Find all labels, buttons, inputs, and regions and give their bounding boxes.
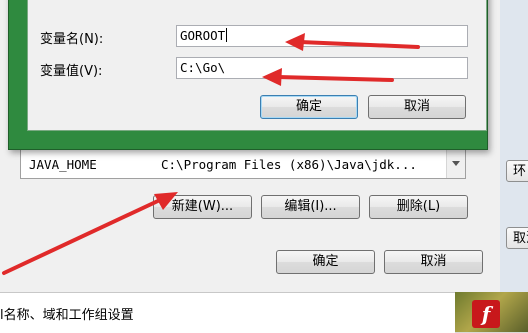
system-variables-list[interactable]: JAVA_HOME C:\Program Files (x86)\Java\jd…: [20, 149, 466, 179]
background-button-cancel-label: 取消: [513, 231, 528, 246]
list-scrollbar[interactable]: [446, 150, 465, 178]
dialog-ok-button[interactable]: 确定: [260, 95, 358, 119]
flash-icon-glyph: f: [481, 302, 491, 326]
variable-value-label: 变量值(V):: [40, 64, 103, 79]
ok-button-label: 确定: [312, 254, 339, 269]
flash-player-icon[interactable]: f: [472, 300, 500, 328]
edit-variable-button[interactable]: 编辑(I)...: [261, 195, 360, 219]
ok-button[interactable]: 确定: [276, 250, 375, 274]
dialog-cancel-button-label: 取消: [403, 99, 430, 114]
variable-name-value: GOROOT: [180, 28, 226, 43]
variable-value-value: C:\Go\: [180, 60, 226, 75]
list-item[interactable]: JAVA_HOME C:\Program Files (x86)\Java\jd…: [21, 150, 441, 178]
dialog-ok-button-label: 确定: [295, 99, 322, 114]
text-caret: [226, 28, 228, 42]
cancel-button[interactable]: 取消: [384, 250, 483, 274]
edit-variable-dialog: 变量名(N): GOROOT 变量值(V): C:\Go\ 确定 取消: [8, 0, 488, 150]
background-button-cancel[interactable]: 取消: [506, 227, 528, 249]
scroll-down-icon[interactable]: [452, 161, 460, 166]
variable-name-input[interactable]: GOROOT: [176, 25, 468, 47]
variable-name-label: 变量名(N):: [40, 32, 104, 47]
variable-value-cell: C:\Program Files (x86)\Java\jdk...: [161, 157, 417, 172]
variable-name-cell: JAVA_HOME: [29, 157, 97, 172]
computer-name-settings-link[interactable]: l名称、域和工作组设置: [0, 304, 134, 323]
edit-variable-dialog-body: 变量名(N): GOROOT 变量值(V): C:\Go\ 确定 取消: [27, 0, 487, 131]
new-variable-button[interactable]: 新建(W)...: [153, 195, 252, 219]
new-variable-button-label: 新建(W)...: [171, 199, 234, 214]
background-button-top-label: 环: [513, 164, 527, 179]
delete-variable-button-label: 删除(L): [396, 199, 441, 214]
variable-value-input[interactable]: C:\Go\: [176, 57, 468, 79]
background-button-top[interactable]: 环: [506, 160, 528, 182]
edit-variable-button-label: 编辑(I)...: [284, 199, 337, 214]
cancel-button-label: 取消: [420, 254, 447, 269]
dialog-cancel-button[interactable]: 取消: [368, 95, 466, 119]
delete-variable-button[interactable]: 删除(L): [369, 195, 468, 219]
